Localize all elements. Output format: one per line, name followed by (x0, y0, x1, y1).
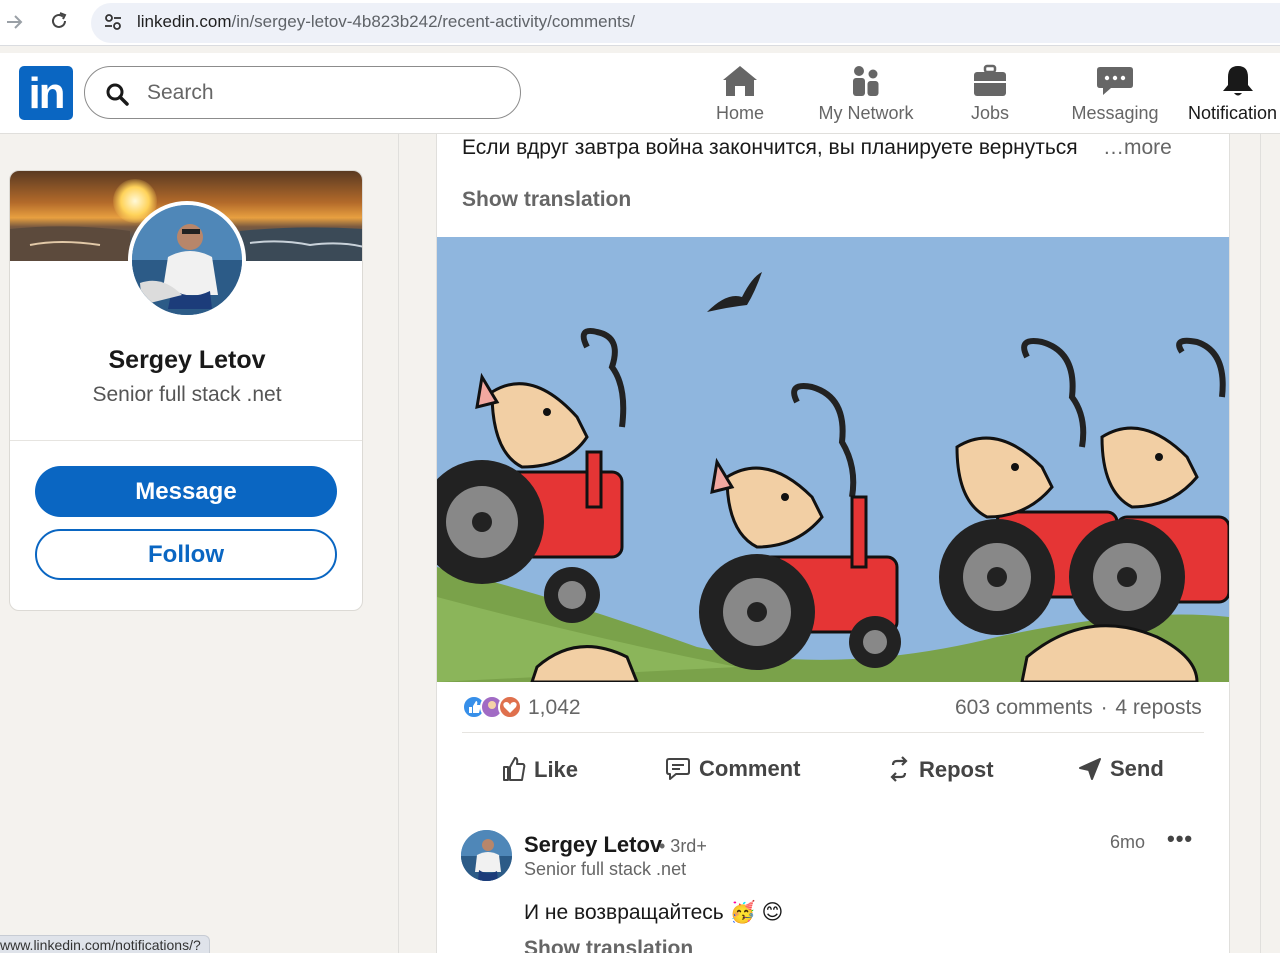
reaction-icons[interactable] (462, 694, 526, 720)
comment-avatar[interactable] (461, 830, 512, 881)
engagement-separator: · (1100, 696, 1108, 719)
nav-home-label: Home (715, 103, 764, 123)
nav-my-network-label: My Network (818, 103, 914, 123)
comment-author[interactable]: Sergey Letov (524, 832, 662, 858)
nav-messaging[interactable]: Messaging (1066, 61, 1164, 127)
nav-notifications-label: Notification (1188, 103, 1278, 123)
engagement-counts: 603 comments · 4 reposts (955, 696, 1202, 720)
card-divider (10, 440, 362, 441)
like-label: Like (534, 757, 579, 782)
nav-messaging-label: Messaging (1071, 103, 1159, 123)
briefcase-icon (974, 64, 1006, 96)
chat-icon (1097, 67, 1133, 95)
repost-label: Repost (919, 757, 994, 782)
repost-icon (890, 756, 908, 782)
see-more-link[interactable]: …more (1103, 136, 1172, 160)
post-text: Если вдруг завтра война закончится, вы п… (462, 136, 1078, 159)
forward-arrow-icon[interactable] (4, 11, 24, 33)
comment-timestamp: 6mo (1110, 832, 1146, 852)
nav-notifications[interactable]: Notification (1186, 61, 1280, 127)
profile-name[interactable]: Sergey Letov (10, 346, 362, 375)
linkedin-logo[interactable]: in (19, 66, 73, 120)
repost-button[interactable]: Repost (887, 756, 994, 790)
send-button[interactable]: Send (1078, 756, 1164, 790)
nav-my-network[interactable]: My Network (812, 61, 920, 127)
message-button[interactable]: Message (35, 466, 337, 517)
url-path: /in/sergey-letov-4b823b242/recent-activi… (231, 12, 635, 31)
show-translation-link[interactable]: Show translation (462, 188, 631, 212)
reaction-count[interactable]: 1,042 (528, 696, 581, 720)
avatar-photo (132, 205, 242, 315)
site-settings-icon[interactable] (103, 12, 123, 32)
comment-button[interactable]: Comment (665, 756, 800, 790)
nav-jobs[interactable]: Jobs (952, 61, 1028, 127)
address-text[interactable]: linkedin.com/in/sergey-letov-4b823b242/r… (137, 12, 635, 32)
profile-card: Sergey Letov Senior full stack .net Mess… (9, 170, 363, 611)
comments-count-link[interactable]: 603 comments (955, 696, 1093, 719)
nav-jobs-label: Jobs (970, 103, 1010, 123)
profile-headline: Senior full stack .net (92, 383, 282, 406)
nav-home[interactable]: Home (700, 61, 780, 127)
send-icon (1079, 758, 1101, 780)
send-label: Send (1110, 756, 1164, 781)
post-image[interactable] (437, 237, 1229, 682)
post-divider (462, 732, 1204, 733)
search-box[interactable] (84, 66, 521, 119)
url-host: linkedin.com (137, 12, 232, 31)
profile-avatar[interactable] (128, 201, 246, 319)
comment-text: И не возвращайтесь 🥳 😊 (524, 901, 784, 924)
follow-button[interactable]: Follow (35, 529, 337, 580)
people-icon (853, 66, 879, 96)
search-input[interactable] (147, 79, 497, 107)
comment-show-translation-link[interactable]: Show translation (524, 937, 693, 953)
comment-label: Comment (699, 756, 801, 781)
comment-avatar-photo (461, 830, 512, 881)
home-icon (723, 66, 757, 96)
search-icon (106, 83, 129, 106)
connection-degree: • 3rd+ (659, 836, 707, 856)
post-image-illustration (437, 237, 1229, 682)
browser-toolbar: linkedin.com/in/sergey-letov-4b823b242/r… (0, 0, 1280, 46)
reload-icon[interactable] (48, 10, 70, 32)
like-button[interactable]: Like (502, 756, 578, 790)
linkedin-header: in Home My Network Jobs Messaging Notifi… (0, 53, 1280, 134)
thumb-up-icon (503, 757, 526, 781)
comment-options-icon[interactable]: ••• (1167, 826, 1193, 852)
reposts-count-link[interactable]: 4 reposts (1115, 696, 1201, 719)
bell-icon (1223, 66, 1253, 96)
comment-icon (666, 758, 690, 780)
status-bar-url: www.linkedin.com/notifications/? (0, 935, 210, 953)
comment-author-headline: Senior full stack .net (524, 859, 687, 879)
